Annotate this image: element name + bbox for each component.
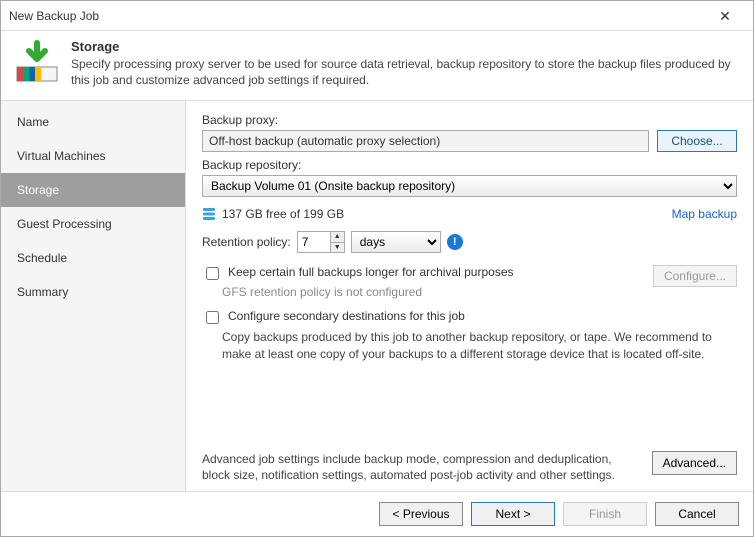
backup-proxy-label: Backup proxy: bbox=[202, 113, 737, 127]
titlebar: New Backup Job ✕ bbox=[1, 1, 753, 31]
backup-repository-select[interactable]: Backup Volume 01 (Onsite backup reposito… bbox=[202, 175, 737, 197]
free-space-text: 137 GB free of 199 GB bbox=[222, 207, 344, 221]
retention-unit-select[interactable]: days bbox=[351, 231, 441, 253]
retention-value-stepper[interactable]: ▲ ▼ bbox=[297, 231, 345, 253]
secondary-dest-checkbox[interactable] bbox=[206, 311, 219, 324]
gfs-subtext: GFS retention policy is not configured bbox=[222, 285, 653, 299]
finish-button: Finish bbox=[563, 502, 647, 526]
backup-repository-label: Backup repository: bbox=[202, 158, 737, 172]
wizard-footer: < Previous Next > Finish Cancel bbox=[1, 491, 753, 536]
sidebar-item-summary[interactable]: Summary bbox=[1, 275, 185, 309]
wizard-window: New Backup Job ✕ Storage Specify process… bbox=[0, 0, 754, 537]
gfs-checkbox[interactable] bbox=[206, 267, 219, 280]
wizard-sidebar: Name Virtual Machines Storage Guest Proc… bbox=[1, 101, 186, 491]
cancel-button[interactable]: Cancel bbox=[655, 502, 739, 526]
retention-value-input[interactable] bbox=[298, 232, 330, 252]
window-title: New Backup Job bbox=[9, 9, 705, 23]
gfs-configure-button: Configure... bbox=[653, 265, 737, 287]
advanced-desc: Advanced job settings include backup mod… bbox=[202, 451, 634, 483]
previous-button[interactable]: < Previous bbox=[379, 502, 463, 526]
secondary-dest-desc: Copy backups produced by this job to ano… bbox=[222, 329, 737, 361]
advanced-button[interactable]: Advanced... bbox=[652, 451, 737, 475]
next-button[interactable]: Next > bbox=[471, 502, 555, 526]
header-text: Storage Specify processing proxy server … bbox=[71, 39, 741, 88]
secondary-dest-label: Configure secondary destinations for thi… bbox=[228, 309, 465, 323]
retention-step-up-icon[interactable]: ▲ bbox=[331, 232, 344, 243]
map-backup-link[interactable]: Map backup bbox=[672, 207, 737, 221]
page-title: Storage bbox=[71, 39, 741, 54]
wizard-header: Storage Specify processing proxy server … bbox=[1, 31, 753, 101]
wizard-content: Backup proxy: Off-host backup (automatic… bbox=[186, 101, 753, 491]
backup-proxy-field[interactable]: Off-host backup (automatic proxy selecti… bbox=[202, 130, 649, 152]
sidebar-item-name[interactable]: Name bbox=[1, 105, 185, 139]
page-subtitle: Specify processing proxy server to be us… bbox=[71, 56, 741, 88]
sidebar-item-storage[interactable]: Storage bbox=[1, 173, 185, 207]
retention-policy-label: Retention policy: bbox=[202, 235, 291, 249]
gfs-checkbox-label: Keep certain full backups longer for arc… bbox=[228, 265, 514, 279]
sidebar-item-guest-processing[interactable]: Guest Processing bbox=[1, 207, 185, 241]
close-icon[interactable]: ✕ bbox=[705, 2, 745, 30]
info-icon[interactable]: ! bbox=[447, 234, 463, 250]
sidebar-item-virtual-machines[interactable]: Virtual Machines bbox=[1, 139, 185, 173]
retention-step-down-icon[interactable]: ▼ bbox=[331, 243, 344, 253]
disk-icon bbox=[202, 207, 216, 221]
choose-proxy-button[interactable]: Choose... bbox=[657, 130, 737, 152]
storage-header-icon bbox=[13, 39, 61, 87]
sidebar-item-schedule[interactable]: Schedule bbox=[1, 241, 185, 275]
